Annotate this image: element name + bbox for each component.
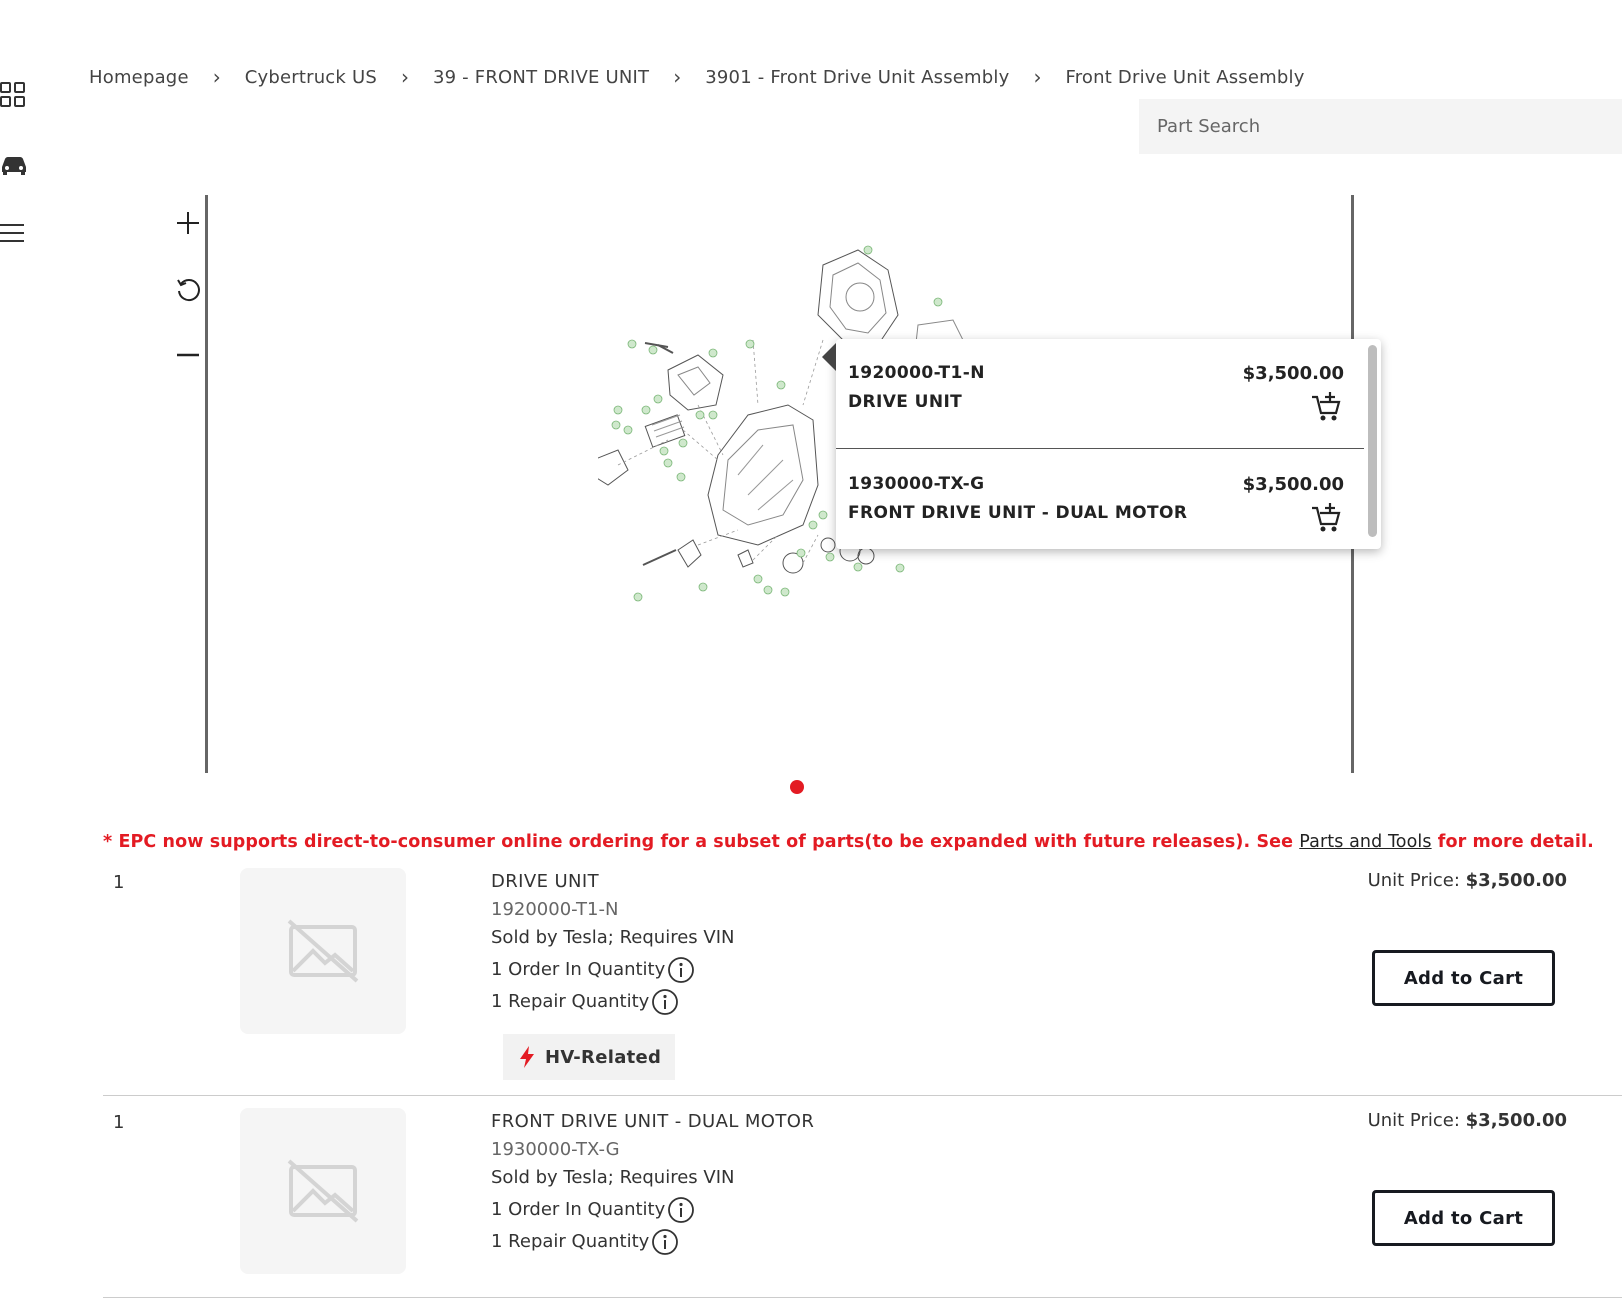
popover-item[interactable]: 1920000-T1-N DRIVE UNIT $3,500.00 <box>836 339 1364 449</box>
callout-number: 1 <box>113 1112 125 1133</box>
menu-icon[interactable] <box>0 220 26 246</box>
car-icon[interactable] <box>0 151 26 177</box>
reset-view-button[interactable] <box>172 273 204 305</box>
info-icon[interactable] <box>651 988 679 1016</box>
parts-and-tools-link[interactable]: Parts and Tools <box>1299 832 1431 852</box>
breadcrumb: Homepage › Cybertruck US › 39 - FRONT DR… <box>89 62 1305 92</box>
image-unavailable-icon <box>287 919 359 983</box>
repair-quantity: 1 Repair Quantity <box>491 988 734 1016</box>
part-info: DRIVE UNIT 1920000-T1-N Sold by Tesla; R… <box>491 868 734 1080</box>
rotate-icon <box>177 279 200 302</box>
zoom-out-button[interactable] <box>172 339 204 371</box>
breadcrumb-cybertruck[interactable]: Cybertruck US <box>245 67 377 88</box>
breadcrumb-homepage[interactable]: Homepage <box>89 67 189 88</box>
notice-text: * EPC now supports direct-to-consumer on… <box>103 832 1300 852</box>
chevron-right-icon: › <box>673 65 682 89</box>
part-thumbnail <box>240 1108 406 1274</box>
part-row: 1 FRONT DRIVE UNIT - DUAL MOTOR 1930000-… <box>103 1108 1622 1298</box>
minus-icon <box>177 353 199 357</box>
info-icon[interactable] <box>667 956 695 984</box>
breadcrumb-current: Front Drive Unit Assembly <box>1065 66 1305 88</box>
info-icon[interactable] <box>651 1228 679 1256</box>
lightning-icon <box>520 1046 534 1068</box>
diagram-page-indicator[interactable] <box>790 780 804 794</box>
repair-quantity: 1 Repair Quantity <box>491 1228 814 1256</box>
order-quantity-text: 1 Order In Quantity <box>491 959 666 980</box>
part-popover: 1920000-T1-N DRIVE UNIT $3,500.00 193000… <box>822 339 1381 549</box>
ordering-notice: * EPC now supports direct-to-consumer on… <box>103 832 1594 852</box>
add-to-cart-icon[interactable] <box>1310 502 1342 534</box>
image-unavailable-icon <box>287 1159 359 1223</box>
unit-price: Unit Price: $3,500.00 <box>1368 870 1567 891</box>
unit-price: Unit Price: $3,500.00 <box>1368 1110 1567 1131</box>
chevron-right-icon: › <box>1033 65 1042 89</box>
sold-by-text: Sold by Tesla; Requires VIN <box>491 1167 735 1188</box>
popover-scrollbar[interactable] <box>1368 345 1377 537</box>
add-to-cart-button[interactable]: Add to Cart <box>1372 950 1555 1006</box>
info-icon[interactable] <box>667 1196 695 1224</box>
order-quantity: 1 Order In Quantity <box>491 1196 814 1224</box>
repair-quantity-text: 1 Repair Quantity <box>491 991 650 1012</box>
hv-related-label: HV-Related <box>545 1046 662 1068</box>
repair-quantity-text: 1 Repair Quantity <box>491 1231 650 1252</box>
part-info: FRONT DRIVE UNIT - DUAL MOTOR 1930000-TX… <box>491 1108 814 1256</box>
unit-price-label: Unit Price: <box>1367 870 1460 891</box>
part-name: FRONT DRIVE UNIT - DUAL MOTOR <box>491 1111 815 1132</box>
part-name: DRIVE UNIT <box>491 871 600 892</box>
plus-icon <box>177 212 199 234</box>
popover-part-name: FRONT DRIVE UNIT - DUAL MOTOR <box>848 503 1188 523</box>
viewer-left-border <box>205 195 208 773</box>
order-quantity-text: 1 Order In Quantity <box>491 1199 666 1220</box>
popover-price: $3,500.00 <box>1242 474 1344 495</box>
sidebar <box>0 0 40 1300</box>
add-to-cart-icon[interactable] <box>1310 391 1342 423</box>
unit-price-label: Unit Price: <box>1367 1110 1460 1131</box>
add-to-cart-button[interactable]: Add to Cart <box>1372 1190 1555 1246</box>
breadcrumb-assembly-group[interactable]: 3901 - Front Drive Unit Assembly <box>705 67 1009 88</box>
notice-suffix: for more detail. <box>1431 832 1594 852</box>
part-thumbnail <box>240 868 406 1034</box>
unit-price-value: $3,500.00 <box>1465 1110 1567 1131</box>
popover-part-name: DRIVE UNIT <box>848 392 963 412</box>
order-quantity: 1 Order In Quantity <box>491 956 734 984</box>
part-search-input[interactable] <box>1157 116 1622 137</box>
callout-number: 1 <box>113 872 125 893</box>
zoom-in-button[interactable] <box>172 207 204 239</box>
chevron-right-icon: › <box>400 65 409 89</box>
sold-by-text: Sold by Tesla; Requires VIN <box>491 927 735 948</box>
hv-related-badge: HV-Related <box>503 1034 676 1080</box>
popover-pointer <box>822 343 836 371</box>
popover-item[interactable]: 1930000-TX-G FRONT DRIVE UNIT - DUAL MOT… <box>836 450 1364 560</box>
part-number: 1920000-T1-N <box>491 899 619 920</box>
popover-price: $3,500.00 <box>1242 363 1344 384</box>
part-search <box>1139 99 1622 154</box>
grid-icon[interactable] <box>0 82 26 108</box>
chevron-right-icon: › <box>212 65 221 89</box>
part-number: 1930000-TX-G <box>491 1139 620 1160</box>
breadcrumb-front-drive-unit[interactable]: 39 - FRONT DRIVE UNIT <box>433 67 649 88</box>
unit-price-value: $3,500.00 <box>1465 870 1567 891</box>
part-row: 1 DRIVE UNIT 1920000-T1-N Sold by Tesla;… <box>103 868 1622 1096</box>
